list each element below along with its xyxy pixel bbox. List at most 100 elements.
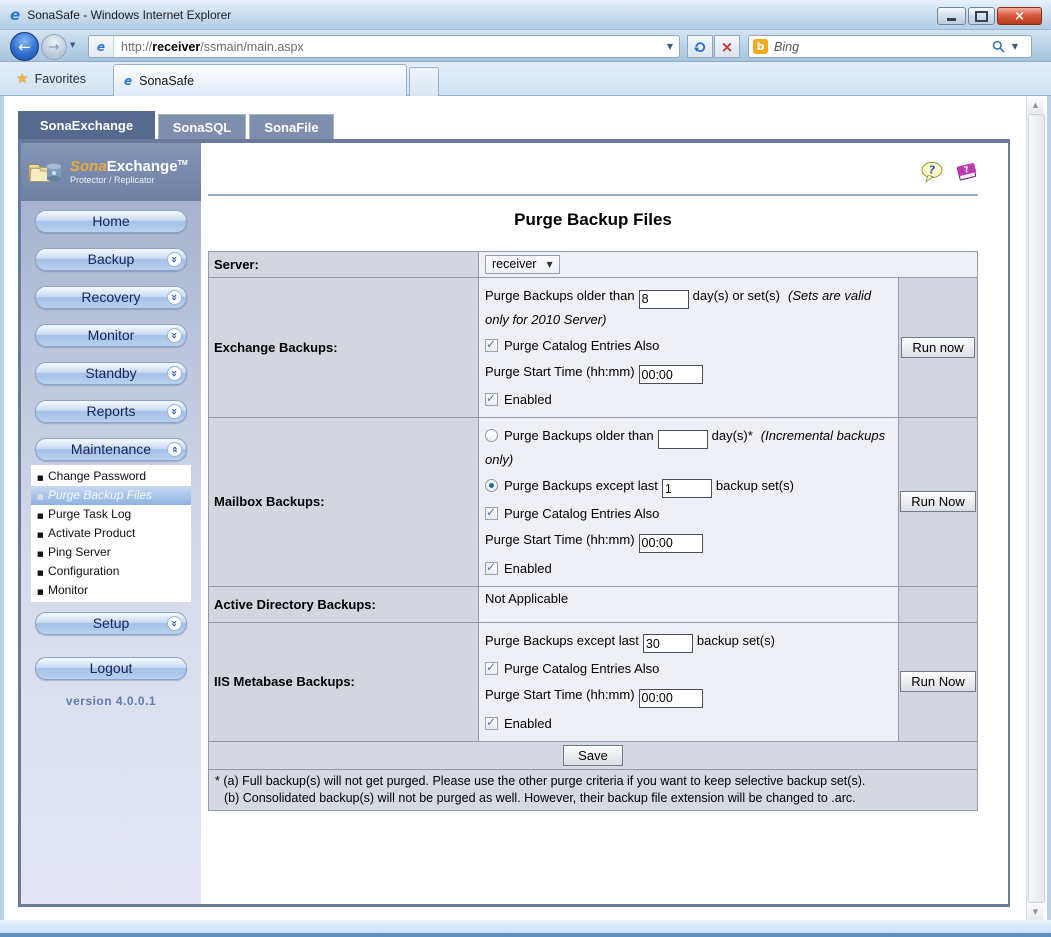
close-button[interactable] xyxy=(997,7,1042,25)
mailbox-enabled-label: Enabled xyxy=(504,561,552,576)
stop-button[interactable] xyxy=(714,35,740,58)
recent-pages-dropdown-icon[interactable] xyxy=(70,41,75,49)
sidebar-item-standby[interactable]: Standby xyxy=(35,362,187,385)
search-placeholder: Bing xyxy=(774,40,799,54)
favorites-label: Favorites xyxy=(35,72,86,86)
stop-icon xyxy=(721,38,734,56)
ie-logo-icon xyxy=(10,6,20,24)
minimize-button[interactable] xyxy=(937,7,966,25)
back-button[interactable] xyxy=(10,32,39,61)
iis-start-time-input[interactable] xyxy=(639,689,703,708)
iis-purge-catalog-checkbox[interactable] xyxy=(485,662,498,675)
mailbox-older-radio[interactable] xyxy=(485,429,498,442)
sidebar-item-home[interactable]: Home xyxy=(35,210,187,233)
iis-except-text: Purge Backups except last xyxy=(485,633,639,648)
sidebar-item-monitor[interactable]: Monitor xyxy=(35,324,187,347)
title-bar: SonaSafe - Windows Internet Explorer xyxy=(0,0,1051,30)
sidebar-logo: SonaExchangeTM Protector / Replicator xyxy=(21,143,201,201)
mailbox-start-time-label: Purge Start Time (hh:mm) xyxy=(485,532,635,547)
maximize-button[interactable] xyxy=(968,7,995,25)
scroll-up-icon[interactable] xyxy=(1027,96,1044,113)
search-options-dropdown-icon[interactable] xyxy=(1012,42,1018,51)
app-tab-sonaexchange[interactable]: SonaExchange xyxy=(18,111,155,139)
close-icon xyxy=(1014,9,1025,24)
window-right-border xyxy=(1047,96,1051,920)
footnote-b: (b) Consolidated backup(s) will not be p… xyxy=(215,790,971,807)
help-book-icon[interactable]: ? xyxy=(954,161,978,183)
mailbox-except-sets-input[interactable] xyxy=(662,479,712,498)
mailbox-except-suffix: backup set(s) xyxy=(716,478,794,493)
favorites-button[interactable]: Favorites xyxy=(8,67,94,91)
address-dropdown-icon[interactable] xyxy=(667,42,673,51)
mailbox-start-time-input[interactable] xyxy=(639,534,703,553)
iis-except-sets-input[interactable] xyxy=(643,634,693,653)
submenu-item-monitor[interactable]: Monitor xyxy=(31,581,191,600)
window-left-border xyxy=(0,96,4,920)
search-box[interactable]: Bing xyxy=(748,35,1032,58)
logout-button[interactable]: Logout xyxy=(35,657,187,680)
chevron-expand-icon xyxy=(167,252,182,267)
mailbox-older-days-input[interactable] xyxy=(658,430,708,449)
save-button[interactable]: Save xyxy=(563,745,623,766)
exchange-enabled-checkbox[interactable] xyxy=(485,393,498,406)
page-title: Purge Backup Files xyxy=(208,210,978,230)
server-row: Server: receiver xyxy=(209,252,978,278)
ie-logo-icon xyxy=(124,74,132,88)
exchange-backups-row: Exchange Backups: Purge Backups older th… xyxy=(209,278,978,418)
app-tab-sonasql[interactable]: SonaSQL xyxy=(158,114,246,139)
search-icon[interactable] xyxy=(992,40,1005,53)
submenu-item-purge-task-log[interactable]: Purge Task Log xyxy=(31,505,191,524)
server-label: Server: xyxy=(209,252,479,278)
mailbox-older-suffix: day(s)* xyxy=(712,428,753,443)
address-bar[interactable]: http://receiver/ssmain/main.aspx xyxy=(88,35,680,58)
mailbox-enabled-checkbox[interactable] xyxy=(485,562,498,575)
ie-logo-icon xyxy=(97,40,105,54)
window-controls xyxy=(937,7,1042,25)
mailbox-run-now-button[interactable]: Run Now xyxy=(900,491,975,512)
browser-tab-sonasafe[interactable]: SonaSafe xyxy=(113,64,407,96)
main-content: ? ? Purge Backup Files Server: xyxy=(201,143,1008,904)
sidebar-item-reports[interactable]: Reports xyxy=(35,400,187,423)
server-select[interactable]: receiver xyxy=(485,255,560,274)
scrollbar-thumb[interactable] xyxy=(1028,114,1045,903)
sidebar-item-setup[interactable]: Setup xyxy=(35,612,187,635)
sidebar-item-recovery[interactable]: Recovery xyxy=(35,286,187,309)
help-bubble-icon[interactable]: ? xyxy=(920,161,944,183)
submenu-item-purge-backup-files[interactable]: Purge Backup Files xyxy=(31,486,191,505)
submenu-item-configuration[interactable]: Configuration xyxy=(31,562,191,581)
iis-enabled-checkbox[interactable] xyxy=(485,717,498,730)
folder-disk-logo-icon xyxy=(27,156,65,188)
version-text: version 4.0.0.1 xyxy=(21,694,201,708)
exchange-start-time-input[interactable] xyxy=(639,365,703,384)
chevron-expand-icon xyxy=(167,328,182,343)
new-tab-stub[interactable] xyxy=(409,67,439,96)
scroll-down-icon[interactable] xyxy=(1027,903,1044,920)
exchange-purge-catalog-checkbox[interactable] xyxy=(485,339,498,352)
chevron-collapse-icon xyxy=(167,442,182,457)
favorites-star-icon xyxy=(16,71,29,87)
mailbox-purge-catalog-label: Purge Catalog Entries Also xyxy=(504,506,659,521)
sidebar-item-backup[interactable]: Backup xyxy=(35,248,187,271)
mailbox-purge-catalog-checkbox[interactable] xyxy=(485,507,498,520)
iis-enabled-label: Enabled xyxy=(504,716,552,731)
exchange-run-now-button[interactable]: Run now xyxy=(901,337,974,358)
server-selected-value: receiver xyxy=(492,257,536,271)
footnote-a: * (a) Full backup(s) will not get purged… xyxy=(215,773,971,790)
iis-run-now-button[interactable]: Run Now xyxy=(900,671,975,692)
sidebar: SonaExchangeTM Protector / Replicator Ho… xyxy=(21,143,201,904)
forward-button[interactable] xyxy=(41,34,67,60)
refresh-button[interactable] xyxy=(687,35,713,58)
chevron-expand-icon xyxy=(167,290,182,305)
vertical-scrollbar[interactable] xyxy=(1026,96,1044,920)
app-tab-sonafile[interactable]: SonaFile xyxy=(249,114,334,139)
purge-settings-table: Server: receiver Exchange Backups: Purge… xyxy=(208,251,978,811)
minimize-icon xyxy=(947,18,956,21)
submenu-item-change-password[interactable]: Change Password xyxy=(31,467,191,486)
mailbox-except-radio[interactable] xyxy=(485,479,498,492)
submenu-item-activate-product[interactable]: Activate Product xyxy=(31,524,191,543)
exchange-older-text: Purge Backups older than xyxy=(485,288,635,303)
exchange-older-days-input[interactable] xyxy=(639,290,689,309)
window-bottom-edge xyxy=(0,933,1051,937)
sidebar-item-maintenance[interactable]: Maintenance xyxy=(35,438,187,461)
submenu-item-ping-server[interactable]: Ping Server xyxy=(31,543,191,562)
